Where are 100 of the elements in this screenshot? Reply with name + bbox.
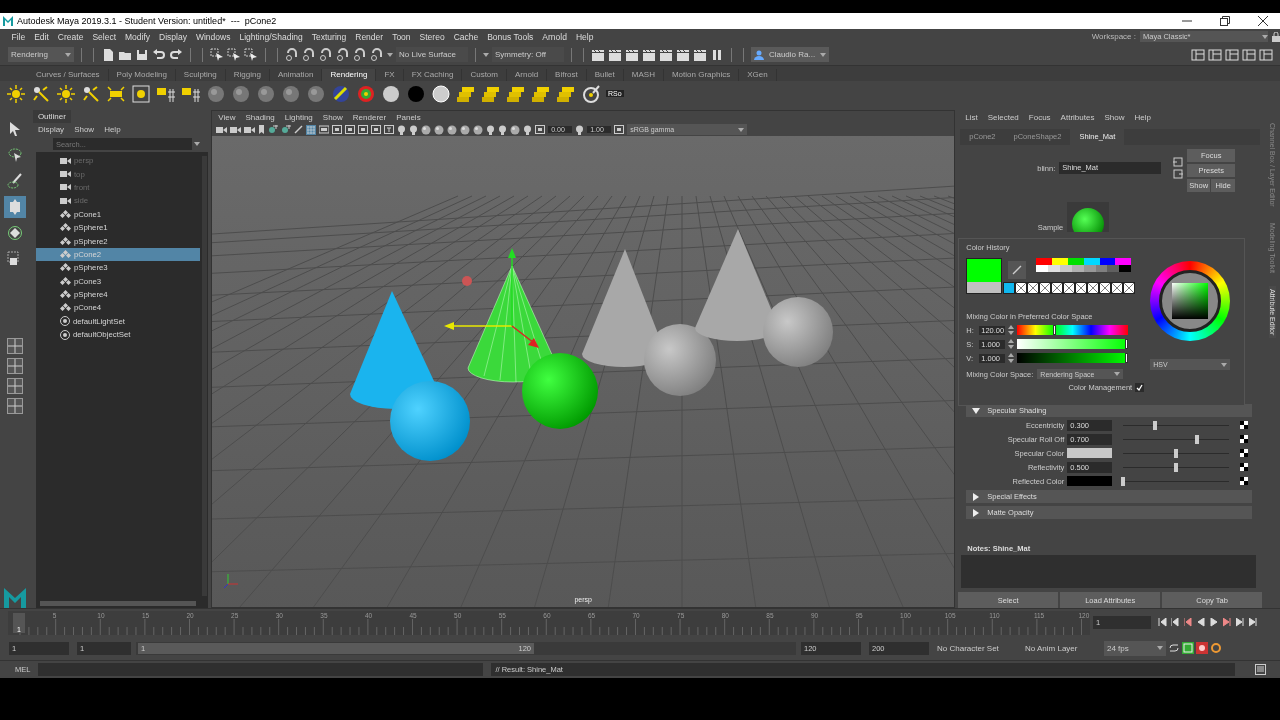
color-swatch[interactable] [1071, 265, 1084, 272]
menu-item[interactable]: List [965, 112, 978, 122]
camera-icon[interactable] [59, 196, 71, 205]
set-icon[interactable] [59, 329, 70, 340]
slider-thumb[interactable] [1121, 476, 1126, 486]
panel-layout-icon[interactable] [1208, 47, 1222, 62]
menu-item[interactable]: Select [87, 31, 121, 42]
color-swatch[interactable] [1119, 265, 1132, 272]
live-surface-field[interactable]: No Live Surface [396, 47, 468, 62]
transform-icon[interactable] [59, 263, 71, 273]
color-swatch[interactable] [1059, 265, 1072, 272]
lock-icon[interactable] [1272, 31, 1280, 42]
dropdown-caret-icon[interactable] [1114, 372, 1121, 376]
pause-icon[interactable] [710, 47, 724, 62]
film-icon[interactable] [319, 125, 330, 134]
camera-icon[interactable] [59, 183, 71, 192]
layout-icon[interactable] [6, 358, 23, 374]
color-swatch[interactable] [1095, 265, 1108, 272]
key-forward-icon[interactable] [1223, 618, 1232, 627]
skip-start-icon[interactable] [1158, 618, 1167, 627]
menu-item[interactable]: File [7, 31, 30, 42]
menu-item[interactable]: Show [1104, 112, 1125, 122]
collapsed-triangle-icon[interactable] [972, 492, 981, 501]
slider-thumb[interactable] [1152, 420, 1157, 430]
output-connection-icon[interactable] [1173, 169, 1184, 179]
color-swatch[interactable] [1107, 265, 1120, 272]
clapperboard-icon[interactable] [642, 47, 656, 62]
frame-icon[interactable] [358, 125, 369, 134]
loop-icon[interactable] [1168, 643, 1180, 653]
bulb-icon[interactable] [575, 124, 585, 135]
sphere-icon[interactable] [281, 83, 301, 104]
menu-item[interactable]: Show [74, 125, 95, 134]
color-swatch[interactable] [1052, 258, 1068, 265]
clapperboard-icon[interactable] [591, 47, 605, 62]
transform-icon[interactable] [59, 276, 71, 286]
clapperboard-icon[interactable] [676, 47, 690, 62]
cursor-icon[interactable] [244, 47, 258, 62]
slider-thumb[interactable] [1174, 448, 1179, 458]
menu-item[interactable]: Shading [245, 112, 275, 122]
bookmark-icon[interactable] [258, 125, 266, 134]
panel-layout-icon[interactable] [1191, 47, 1205, 62]
menu-item[interactable]: Toon [387, 31, 416, 42]
menu-item[interactable]: Lighting [284, 112, 313, 122]
script-editor-icon[interactable] [1255, 664, 1266, 675]
account-button[interactable]: Claudio Ra... [751, 47, 829, 62]
clapperboard-icon[interactable] [659, 47, 673, 62]
transform-icon[interactable] [59, 209, 71, 219]
magnet-icon[interactable] [285, 47, 299, 62]
channel-slider[interactable] [1017, 339, 1129, 349]
panel-layout-icon[interactable] [1259, 47, 1273, 62]
layout-icon[interactable] [6, 398, 23, 414]
spotlight-icon[interactable] [81, 83, 101, 104]
dropdown-caret-icon[interactable] [738, 127, 745, 132]
menu-item[interactable]: Display [154, 31, 192, 42]
dropdown-caret-icon[interactable] [1262, 34, 1268, 39]
scrollbar[interactable] [39, 601, 197, 606]
new-color-swatch[interactable] [967, 259, 1002, 282]
viewport-scene-drawing[interactable] [212, 136, 955, 607]
eyedropper-button[interactable] [1008, 261, 1027, 279]
expanded-triangle-icon[interactable] [972, 406, 981, 415]
magnet-icon[interactable] [302, 47, 316, 62]
panel-layout-icon[interactable] [1242, 47, 1256, 62]
dropdown-caret-icon[interactable] [194, 142, 201, 146]
menu-item[interactable]: Texturing [307, 31, 351, 42]
eyedropper-icon[interactable] [1012, 265, 1023, 275]
dropdown-caret-icon[interactable] [820, 52, 826, 57]
step-forward-icon[interactable] [1236, 618, 1245, 627]
camera-icon[interactable] [216, 125, 228, 134]
sun-icon[interactable] [56, 83, 76, 104]
menu-item[interactable]: Cache [449, 31, 483, 42]
symmetry-field[interactable]: Symmetry: Off [492, 47, 564, 62]
menu-item[interactable]: Help [571, 31, 598, 42]
dropdown-caret-icon[interactable] [387, 52, 393, 57]
menu-item[interactable]: Display [37, 125, 65, 134]
menu-item[interactable]: View [218, 112, 236, 122]
new-file-icon[interactable] [101, 47, 115, 62]
color-swatch[interactable] [1115, 258, 1132, 265]
transform-icon[interactable] [59, 303, 71, 313]
menu-item[interactable]: Help [1134, 112, 1151, 122]
camera-icon[interactable] [230, 125, 242, 134]
menu-item[interactable]: Windows [191, 31, 235, 42]
magnet-icon[interactable] [370, 47, 384, 62]
grid-icon[interactable] [306, 124, 317, 135]
clapperboard-icon[interactable] [625, 47, 639, 62]
sun-icon[interactable] [6, 83, 26, 104]
collapsed-triangle-icon[interactable] [972, 508, 981, 517]
area-light-icon[interactable] [106, 83, 126, 104]
color-swatch[interactable] [1083, 265, 1096, 272]
color-swatch[interactable] [1036, 265, 1049, 272]
dropdown-caret-icon[interactable] [483, 52, 489, 57]
magnet-icon[interactable] [319, 47, 333, 62]
color-swatch[interactable] [1003, 282, 1016, 294]
sphere-icon[interactable] [231, 83, 251, 104]
bulb-icon[interactable] [397, 124, 407, 135]
dropdown-caret-icon[interactable] [65, 52, 71, 57]
channel-slider[interactable] [1017, 325, 1129, 335]
set-icon[interactable] [59, 316, 70, 327]
circle-icon[interactable] [381, 83, 401, 104]
cursor-icon[interactable] [210, 47, 224, 62]
menu-item[interactable]: Attributes [1060, 112, 1095, 122]
